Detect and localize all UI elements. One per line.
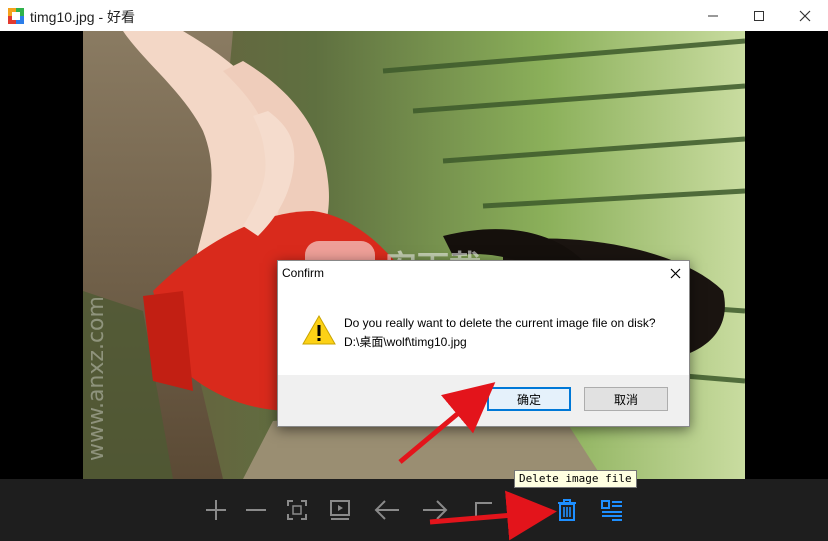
arrow-to-ok-button [398,382,496,464]
annotation-arrows [398,382,557,541]
arrow-to-delete-button [429,490,557,541]
